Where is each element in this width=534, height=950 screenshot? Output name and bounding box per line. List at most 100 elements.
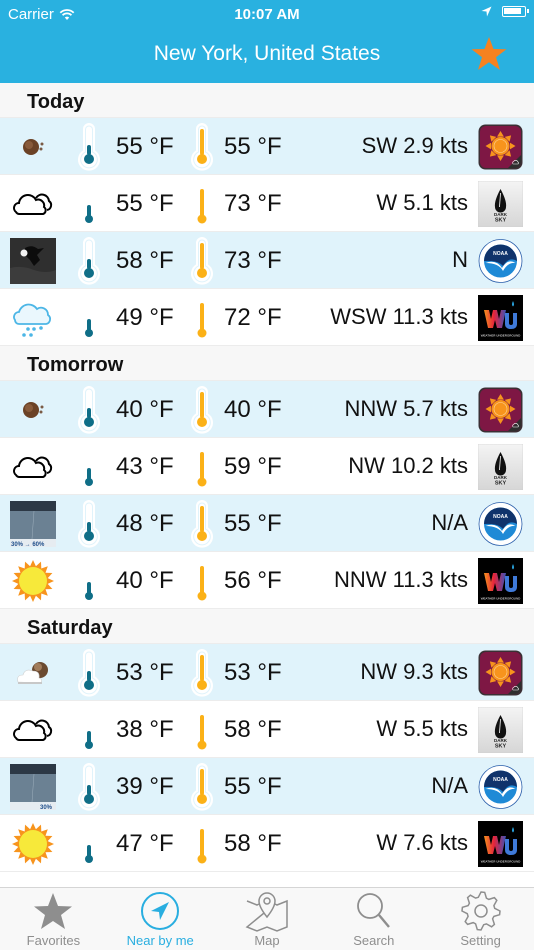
wind-reading: W 5.1 kts — [376, 190, 468, 215]
thermometer-low-icon — [75, 500, 103, 548]
thermometer-high-icon — [188, 180, 216, 228]
wind-reading: WSW 11.3 kts — [330, 304, 468, 329]
forecast-row[interactable]: 43 °F 59 °F NW 10.2 kts DARK SKY — [0, 438, 534, 495]
dark-sky-logo-icon[interactable]: DARK SKY — [477, 180, 524, 228]
star-icon — [0, 891, 107, 931]
tab-search[interactable]: Search — [320, 888, 427, 950]
low-temperature: 40 °F — [116, 396, 174, 423]
forecast-row[interactable]: 55 °F 73 °F W 5.1 kts DARK SKY — [0, 175, 534, 232]
favorite-star-button[interactable] — [470, 36, 508, 72]
thermometer-low-icon — [75, 820, 103, 868]
thermometer-high-icon — [188, 649, 216, 697]
high-temperature: 58 °F — [224, 716, 282, 743]
tab-bar: Favorites Near by me Map Search Setting — [0, 887, 534, 950]
wind-reading: N/A — [431, 510, 468, 535]
svg-text:WEATHER UNDERGROUND: WEATHER UNDERGROUND — [481, 334, 521, 338]
svg-text:DARK: DARK — [494, 738, 508, 743]
tab-favorites[interactable]: Favorites — [0, 888, 107, 950]
sunny-icon — [10, 558, 56, 604]
thermometer-low-icon — [75, 443, 103, 491]
search-icon — [320, 891, 427, 931]
thermometer-high-icon — [188, 123, 216, 171]
forecast-row[interactable]: 47 °F 58 °F W 7.6 kts WEATHER UNDERGROUND — [0, 815, 534, 872]
low-temperature: 39 °F — [116, 773, 174, 800]
weather-underground-logo-icon[interactable]: WEATHER UNDERGROUND — [478, 558, 523, 604]
svg-text:30% → 60%: 30% → 60% — [11, 542, 45, 547]
svg-text:DARK: DARK — [494, 475, 508, 480]
forecast-row[interactable]: 55 °F 55 °F SW 2.9 kts — [0, 118, 534, 175]
high-temperature: 73 °F — [224, 190, 282, 217]
night-photo-icon — [10, 238, 56, 284]
clear-weather-map-logo-icon[interactable] — [478, 124, 523, 170]
thermometer-high-icon — [188, 386, 216, 434]
svg-text:WEATHER UNDERGROUND: WEATHER UNDERGROUND — [481, 860, 521, 864]
wind-reading: SW 2.9 kts — [361, 133, 468, 158]
forecast-row[interactable]: 53 °F 53 °F NW 9.3 kts — [0, 644, 534, 701]
noaa-logo-icon[interactable]: NOAA — [478, 238, 523, 284]
rain-photo-icon: 30% — [10, 764, 56, 810]
thermometer-low-icon — [75, 294, 103, 342]
thermometer-high-icon — [188, 500, 216, 548]
tab-near-by-me[interactable]: Near by me — [107, 888, 214, 950]
forecast-row[interactable]: 30% → 60% 48 °F 55 °F N/A NOAA — [0, 495, 534, 552]
wind-reading: W 7.6 kts — [376, 830, 468, 855]
wind-reading: W 5.5 kts — [376, 716, 468, 741]
svg-text:SKY: SKY — [495, 744, 507, 750]
thermometer-high-icon — [188, 443, 216, 491]
low-temperature: 55 °F — [116, 133, 174, 160]
wind-reading: N — [452, 247, 468, 272]
low-temperature: 48 °F — [116, 510, 174, 537]
sunny-icon — [10, 821, 56, 867]
tab-label: Near by me — [126, 933, 194, 948]
noaa-logo-icon[interactable]: NOAA — [478, 501, 523, 547]
wind-reading: N/A — [431, 773, 468, 798]
wind-reading: NW 10.2 kts — [348, 453, 468, 478]
weather-underground-logo-icon[interactable]: WEATHER UNDERGROUND — [478, 295, 523, 341]
thermometer-low-icon — [75, 123, 103, 171]
high-temperature: 72 °F — [224, 304, 282, 331]
cloudy-outline-icon — [10, 181, 56, 227]
svg-text:NOAA: NOAA — [493, 777, 508, 783]
high-temperature: 55 °F — [224, 773, 282, 800]
status-bar: Carrier 10:07 AM — [0, 0, 534, 30]
partly-cloudy-moon-icon — [10, 387, 56, 433]
forecast-row[interactable]: 40 °F 56 °F NNW 11.3 kts WEATHER UNDERGROUN… — [0, 552, 534, 609]
svg-text:NOAA: NOAA — [493, 251, 508, 257]
thermometer-low-icon — [75, 180, 103, 228]
nav-header: Carrier 10:07 AM New York, United States — [0, 0, 534, 83]
svg-text:SKY: SKY — [495, 481, 507, 487]
battery-icon — [502, 6, 529, 17]
navigation-arrow-icon — [107, 891, 214, 931]
dark-sky-logo-icon[interactable]: DARK SKY — [477, 443, 524, 491]
high-temperature: 53 °F — [224, 659, 282, 686]
rain-cloud-icon — [10, 295, 56, 341]
forecast-row[interactable]: 30% 39 °F 55 °F N/A NOAA — [0, 758, 534, 815]
thermometer-low-icon — [75, 649, 103, 697]
thermometer-high-icon — [188, 706, 216, 754]
tab-setting[interactable]: Setting — [427, 888, 534, 950]
cloudy-outline-icon — [10, 707, 56, 753]
clock: 10:07 AM — [234, 6, 300, 23]
high-temperature: 40 °F — [224, 396, 282, 423]
low-temperature: 40 °F — [116, 567, 174, 594]
weather-underground-logo-icon[interactable]: WEATHER UNDERGROUND — [478, 821, 523, 867]
svg-text:30%: 30% — [40, 805, 53, 810]
forecast-row[interactable]: 49 °F 72 °F WSW 11.3 kts WEATHER UNDERGROUN… — [0, 289, 534, 346]
clear-weather-map-logo-icon[interactable] — [478, 387, 523, 433]
dark-sky-logo-icon[interactable]: DARK SKY — [477, 706, 524, 754]
noaa-logo-icon[interactable]: NOAA — [478, 764, 523, 810]
cloud-moon-icon — [10, 650, 56, 696]
section-header: Today — [0, 83, 534, 118]
high-temperature: 55 °F — [224, 510, 282, 537]
tab-label: Setting — [460, 933, 501, 948]
forecast-row[interactable]: 38 °F 58 °F W 5.5 kts DARK SKY — [0, 701, 534, 758]
forecast-row[interactable]: 58 °F 73 °F N NOAA — [0, 232, 534, 289]
location-arrow-icon — [481, 6, 492, 17]
low-temperature: 43 °F — [116, 453, 174, 480]
clear-weather-map-logo-icon[interactable] — [478, 650, 523, 696]
forecast-list[interactable]: Today 55 °F 55 °F SW 2.9 kts 55 °F 73 °F W 5.1… — [0, 83, 534, 887]
partly-cloudy-moon-icon — [10, 124, 56, 170]
tab-map[interactable]: Map — [214, 888, 321, 950]
forecast-row[interactable]: 40 °F 40 °F NNW 5.7 kts — [0, 381, 534, 438]
low-temperature: 58 °F — [116, 247, 174, 274]
